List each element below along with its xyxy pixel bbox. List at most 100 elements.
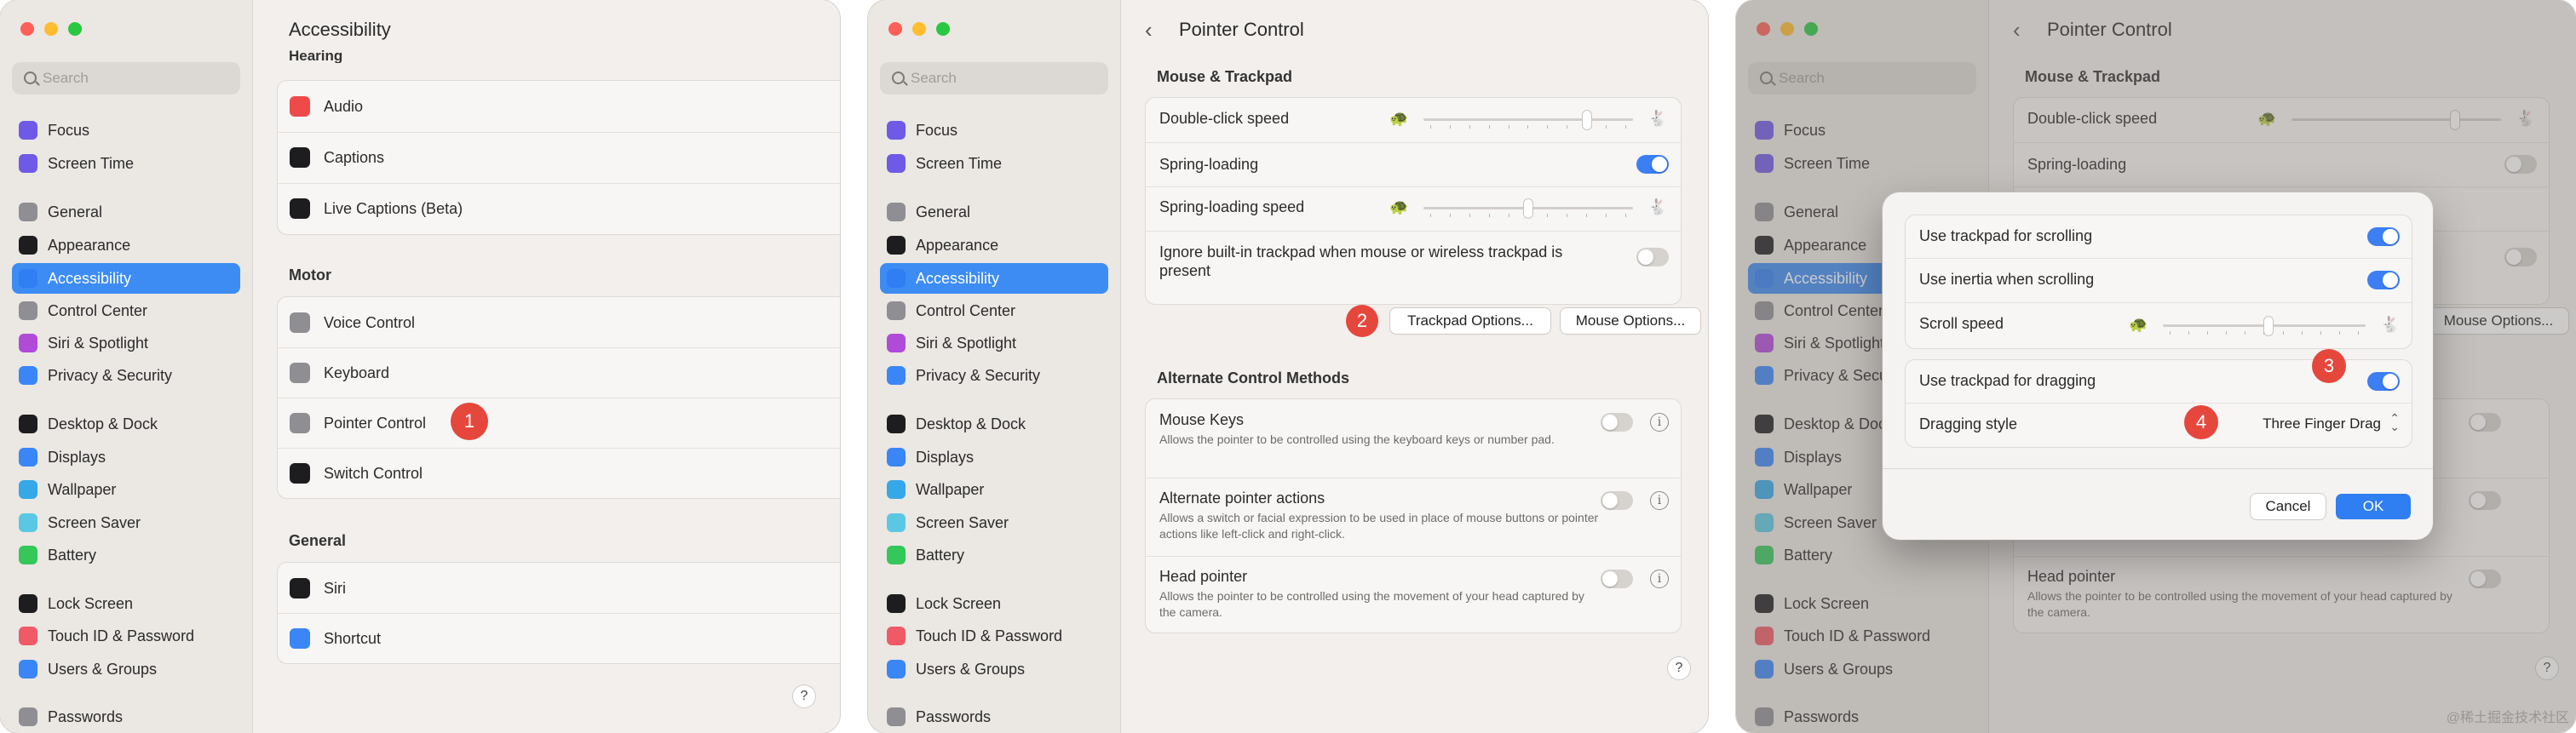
slider-knob[interactable] (1582, 111, 1591, 129)
sidebar-item-passwords[interactable]: Passwords (12, 702, 240, 732)
help-button[interactable]: ? (793, 685, 815, 707)
mouse-keys-row: Mouse Keys Allows the pointer to be cont… (1146, 399, 1681, 478)
row-shortcut[interactable]: Shortcut› (278, 613, 840, 663)
sidebar-item-appearance[interactable]: Appearance (12, 230, 240, 261)
row-captions[interactable]: Captions› (278, 132, 840, 184)
row-label: Shortcut (324, 629, 382, 647)
sidebar-item-siri-spotlight[interactable]: Siri & Spotlight (12, 328, 240, 358)
live-captions-icon (290, 198, 310, 219)
sidebar-item-wallpaper[interactable]: Wallpaper (880, 474, 1108, 505)
sidebar-item-accessibility[interactable]: Accessibility (12, 263, 240, 294)
sidebar-item-focus[interactable]: Focus (880, 115, 1108, 146)
sidebar-item-screen-time[interactable]: Screen Time (12, 148, 240, 179)
sidebar-item-desktop-dock[interactable]: Desktop & Dock (880, 409, 1108, 439)
use-inertia-row: Use inertia when scrolling (1906, 258, 2412, 303)
sidebar-item-privacy-security[interactable]: Privacy & Security (880, 360, 1108, 391)
trackpad-options-button[interactable]: Trackpad Options... (1390, 308, 1550, 334)
sidebar-item-appearance[interactable]: Appearance (880, 230, 1108, 261)
sidebar-item-label: Users & Groups (48, 661, 158, 678)
info-icon[interactable]: i (1650, 413, 1669, 432)
search-field[interactable]: Search (12, 62, 240, 94)
sidebar-item-users-groups[interactable]: Users & Groups (12, 654, 240, 684)
zoom-button[interactable] (68, 22, 82, 36)
row-voice-control[interactable]: Voice Control› (278, 297, 840, 348)
ok-button[interactable]: OK (2336, 494, 2411, 519)
back-chevron-icon[interactable]: ‹ (1145, 17, 1153, 43)
sidebar-item-wallpaper[interactable]: Wallpaper (12, 474, 240, 505)
sidebar-item-touch-id-password[interactable]: Touch ID & Password (12, 621, 240, 651)
use-scrolling-toggle[interactable] (2367, 227, 2400, 246)
sidebar-item-accessibility[interactable]: Accessibility (880, 263, 1108, 294)
close-button[interactable] (20, 22, 34, 36)
sidebar-item-label: Siri & Spotlight (48, 335, 149, 352)
sidebar-item-control-center[interactable]: Control Center (880, 295, 1108, 326)
sidebar-item-focus[interactable]: Focus (12, 115, 240, 146)
row-live-captions-beta-[interactable]: Live Captions (Beta)› (278, 183, 840, 234)
sidebar-item-battery[interactable]: Battery (880, 540, 1108, 570)
search-icon (24, 72, 37, 84)
sidebar-item-siri-spotlight[interactable]: Siri & Spotlight (880, 328, 1108, 358)
mouse-keys-toggle[interactable] (1601, 413, 1633, 432)
sidebar-item-label: Touch ID & Password (48, 627, 195, 644)
scrolling-group: Use trackpad for scrolling Use inertia w… (1905, 215, 2412, 349)
step-badge-3: 3 (2312, 349, 2346, 383)
sidebar-item-general[interactable]: General (880, 197, 1108, 227)
sidebar-item-displays[interactable]: Displays (880, 442, 1108, 472)
spring-loading-toggle[interactable] (1636, 155, 1669, 174)
sidebar-item-lock-screen[interactable]: Lock Screen (880, 588, 1108, 619)
slider-knob[interactable] (1524, 199, 1532, 218)
sidebar-item-screen-time[interactable]: Screen Time (880, 148, 1108, 179)
scroll-speed-slider[interactable]: 🐢 🐇 (2129, 316, 2400, 335)
sidebar-item-label: Appearance (48, 237, 131, 254)
dragging-style-select[interactable]: Three Finger Drag (2263, 415, 2381, 432)
info-icon[interactable]: i (1650, 570, 1669, 588)
mouse-keys-label: Mouse Keys (1159, 411, 1245, 428)
sidebar-item-touch-id-password[interactable]: Touch ID & Password (880, 621, 1108, 651)
sidebar-item-screen-saver[interactable]: Screen Saver (12, 507, 240, 538)
help-button[interactable]: ? (1668, 657, 1690, 679)
row-pointer-control[interactable]: Pointer Control› (278, 398, 840, 449)
appearance-icon (19, 236, 37, 255)
cancel-button[interactable]: Cancel (2251, 494, 2326, 519)
step-badge-4: 4 (2184, 405, 2218, 439)
spring-speed-slider[interactable]: 🐢 🐇 (1389, 198, 1667, 218)
screensaver-icon (887, 513, 906, 532)
captions-icon (290, 147, 310, 168)
row-siri[interactable]: Siri› (278, 563, 840, 614)
sidebar-item-passwords[interactable]: Passwords (880, 702, 1108, 732)
head-pointer-toggle[interactable] (1601, 570, 1633, 588)
sidebar-item-battery[interactable]: Battery (12, 540, 240, 570)
use-dragging-toggle[interactable] (2367, 372, 2400, 391)
gear-icon (887, 203, 906, 221)
sidebar: Search Focus Screen Time General Appearance… (0, 0, 253, 733)
head-pointer-description: Allows the pointer to be controlled usin… (1159, 589, 1584, 619)
section-heading-mouse-trackpad: Mouse & Trackpad (1157, 68, 1293, 85)
siri-icon (290, 577, 310, 598)
sidebar-item-label: Users & Groups (916, 661, 1026, 678)
sidebar-item-lock-screen[interactable]: Lock Screen (12, 588, 240, 619)
sidebar-item-desktop-dock[interactable]: Desktop & Dock (12, 409, 240, 439)
mouse-options-button[interactable]: Mouse Options... (1561, 308, 1700, 334)
dragging-style-row: Dragging style Three Finger Drag ⌃ ⌄ (1906, 403, 2412, 447)
row-switch-control[interactable]: Switch Control› (278, 448, 840, 498)
double-click-slider[interactable]: 🐢 🐇 (1389, 110, 1667, 129)
info-icon[interactable]: i (1650, 491, 1669, 510)
sidebar-item-displays[interactable]: Displays (12, 442, 240, 472)
search-field[interactable]: Search (880, 62, 1108, 94)
minimize-button[interactable] (44, 22, 58, 36)
sidebar-item-users-groups[interactable]: Users & Groups (880, 654, 1108, 684)
row-keyboard[interactable]: Keyboard› (278, 347, 840, 398)
minimize-button[interactable] (912, 22, 926, 36)
sidebar-item-control-center[interactable]: Control Center (12, 295, 240, 326)
alt-pointer-toggle[interactable] (1601, 491, 1633, 510)
close-button[interactable] (888, 22, 902, 36)
use-inertia-toggle[interactable] (2367, 271, 2400, 289)
sidebar-item-general[interactable]: General (12, 197, 240, 227)
ignore-trackpad-toggle[interactable] (1636, 248, 1669, 266)
zoom-button[interactable] (936, 22, 950, 36)
sidebar-item-screen-saver[interactable]: Screen Saver (880, 507, 1108, 538)
slider-knob[interactable] (2263, 317, 2273, 335)
sidebar-item-privacy-security[interactable]: Privacy & Security (12, 360, 240, 391)
main-content: Accessibility Hearing Audio›Captions›Liv… (253, 0, 840, 733)
row-audio[interactable]: Audio› (278, 81, 840, 133)
